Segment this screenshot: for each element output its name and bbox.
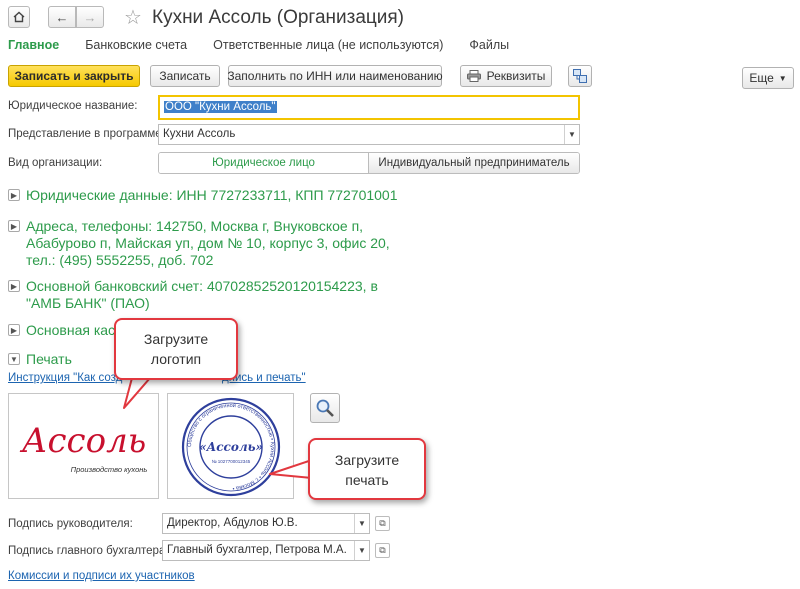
forward-button[interactable]: → (76, 6, 104, 28)
commissions-link[interactable]: Комиссии и подписи их участников (8, 570, 195, 582)
accountant-signature-input[interactable]: Главный бухгалтер, Петрова М.А. ▼ (162, 540, 370, 561)
chevron-right-icon: ▶ (8, 220, 20, 232)
open-director-button[interactable]: ⧉ (375, 516, 390, 531)
chevron-down-icon: ▼ (778, 73, 787, 83)
printer-icon (466, 70, 481, 82)
tab-bank-accounts[interactable]: Банковские счета (85, 38, 187, 56)
addresses-line-2: Абабурово п, Майская уп, дом № 10, корпу… (26, 235, 390, 251)
fill-by-inn-button[interactable]: Заполнить по ИНН или наименованию (227, 65, 443, 87)
legal-name-label: Юридическое название: (8, 100, 138, 112)
window-title: Кухни Ассоль (Организация) (152, 7, 405, 28)
stamp-center-text: «Ассоль» (199, 440, 263, 454)
logo-callout-line-2: логотип (150, 351, 202, 367)
arrow-right-icon: → (83, 9, 97, 25)
chevron-down-icon[interactable]: ▼ (564, 125, 579, 144)
details-button[interactable]: Реквизиты (460, 65, 552, 87)
org-type-label: Вид организации: (8, 157, 103, 169)
stamp-number-text: № 1027700012345 (212, 459, 251, 464)
structure-button[interactable] (568, 65, 592, 87)
org-type-entrepreneur[interactable]: Индивидуальный предприниматель (369, 153, 579, 173)
logo-text: Ассоль (20, 421, 146, 461)
accountant-signature-value: Главный бухгалтер, Петрова М.А. (167, 544, 347, 556)
chevron-down-icon: ▼ (8, 353, 20, 365)
logo-callout: Загрузите логотип (114, 318, 238, 380)
open-icon: ⧉ (379, 545, 386, 555)
structure-icon (573, 69, 587, 83)
home-button[interactable] (8, 6, 30, 28)
accountant-signature-label: Подпись главного бухгалтера: (8, 545, 169, 557)
save-and-close-button[interactable]: Записать и закрыть (8, 65, 140, 87)
logo-callout-line-1: Загрузите (143, 331, 209, 347)
open-accountant-button[interactable]: ⧉ (375, 543, 390, 558)
tab-files[interactable]: Файлы (469, 38, 509, 56)
director-signature-input[interactable]: Директор, Абдулов Ю.В. ▼ (162, 513, 370, 534)
bank-account-line-2: "АМБ БАНК" (ПАО) (26, 295, 150, 311)
chevron-right-icon: ▶ (8, 324, 20, 336)
magnifier-icon (316, 399, 334, 417)
stamp-callout-line-2: печать (345, 472, 389, 488)
display-name-input[interactable]: Кухни Ассоль ▼ (158, 124, 580, 145)
director-signature-value: Директор, Абдулов Ю.В. (167, 517, 298, 529)
arrow-left-icon: ← (55, 9, 69, 25)
preview-button[interactable] (310, 393, 340, 423)
bank-account-section[interactable]: ▶ Основной банковский счет: 407028525201… (8, 278, 378, 312)
details-label: Реквизиты (486, 69, 546, 83)
back-button[interactable]: ← (48, 6, 76, 28)
print-text: Печать (26, 351, 72, 367)
legal-name-input[interactable]: ООО "Кухни Ассоль" (158, 95, 580, 120)
addresses-line-3: тел.: (495) 5552255, доб. 702 (26, 252, 214, 268)
chevron-right-icon: ▶ (8, 189, 20, 201)
org-type-legal-entity[interactable]: Юридическое лицо (159, 153, 369, 173)
favorite-star-icon[interactable]: ☆ (124, 5, 142, 30)
legal-name-value: ООО "Кухни Ассоль" (164, 101, 277, 113)
cash-section[interactable]: ▶ Основная кас (8, 322, 115, 339)
legal-data-text: Юридические данные: ИНН 7727233711, КПП … (26, 187, 398, 203)
display-name-label: Представление в программе: (8, 128, 165, 140)
save-button[interactable]: Записать (150, 65, 220, 87)
stamp-callout: Загрузите печать (308, 438, 426, 500)
print-section[interactable]: ▼ Печать (8, 351, 72, 368)
addresses-section[interactable]: ▶ Адреса, телефоны: 142750, Москва г, Вн… (8, 218, 390, 269)
chevron-right-icon: ▶ (8, 280, 20, 292)
stamp-callout-pointer (268, 456, 313, 484)
cash-text: Основная кас (26, 322, 116, 338)
chevron-down-icon[interactable]: ▼ (354, 514, 369, 533)
home-icon (13, 11, 25, 23)
instruction-link-start[interactable]: Инструкция "Как созд (8, 372, 122, 384)
open-icon: ⧉ (379, 518, 386, 528)
stamp-callout-line-1: Загрузите (334, 452, 400, 468)
org-type-switch: Юридическое лицо Индивидуальный предприн… (158, 152, 580, 174)
tab-responsible-persons[interactable]: Ответственные лица (не используются) (213, 38, 443, 56)
tab-bar: Главное Банковские счета Ответственные л… (8, 38, 535, 56)
tab-main[interactable]: Главное (8, 38, 59, 56)
director-signature-label: Подпись руководителя: (8, 518, 133, 530)
logo-subtitle: Производство кухонь (71, 465, 148, 474)
display-name-value: Кухни Ассоль (163, 128, 236, 140)
more-label: Еще (749, 71, 774, 85)
legal-data-section[interactable]: ▶ Юридические данные: ИНН 7727233711, КП… (8, 187, 398, 204)
addresses-line-1: Адреса, телефоны: 142750, Москва г, Внук… (26, 218, 364, 234)
more-button[interactable]: Еще ▼ (742, 67, 794, 89)
bank-account-line-1: Основной банковский счет: 40702852520120… (26, 278, 378, 294)
logo-callout-pointer (120, 375, 160, 410)
chevron-down-icon[interactable]: ▼ (354, 541, 369, 560)
